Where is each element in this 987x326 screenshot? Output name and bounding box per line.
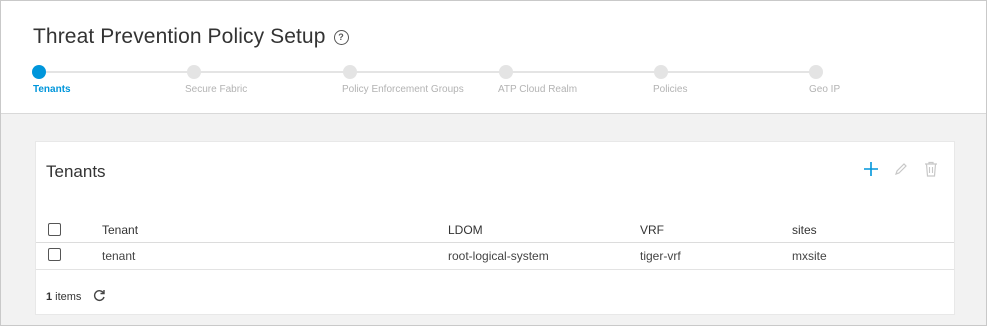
page-header: Threat Prevention Policy Setup ? Tenants… xyxy=(1,1,986,114)
step-dot xyxy=(654,65,668,79)
row-checkbox[interactable] xyxy=(48,248,61,261)
item-count-label: items xyxy=(55,291,82,303)
select-all-checkbox[interactable] xyxy=(48,223,61,236)
step-label: Tenants xyxy=(33,84,71,95)
cell-vrf: tiger-vrf xyxy=(640,249,681,263)
table-header-row: Tenant LDOM VRF sites xyxy=(36,218,954,243)
refresh-icon[interactable] xyxy=(93,289,106,305)
step-dot xyxy=(343,65,357,79)
card-toolbar xyxy=(852,158,942,180)
table-footer: 1 items xyxy=(46,289,106,305)
column-header-vrf[interactable]: VRF xyxy=(640,223,664,237)
step-label: Policies xyxy=(653,84,688,95)
step-dot xyxy=(809,65,823,79)
cell-tenant: tenant xyxy=(102,249,136,263)
add-icon[interactable] xyxy=(860,158,882,180)
column-header-ldom[interactable]: LDOM xyxy=(448,223,483,237)
app-frame: Threat Prevention Policy Setup ? Tenants… xyxy=(0,0,987,326)
cell-ldom: root-logical-system xyxy=(448,249,549,263)
card-title: Tenants xyxy=(46,162,106,181)
step-dot xyxy=(499,65,513,79)
table-row[interactable]: tenant root-logical-system tiger-vrf mxs… xyxy=(36,243,954,270)
cell-sites: mxsite xyxy=(792,249,827,263)
delete-icon[interactable] xyxy=(920,158,942,180)
edit-icon[interactable] xyxy=(890,158,912,180)
step-label: Secure Fabric xyxy=(185,84,248,95)
column-header-sites[interactable]: sites xyxy=(792,223,817,237)
help-icon[interactable]: ? xyxy=(333,29,349,45)
item-count: 1 xyxy=(46,291,53,303)
wizard-progress xyxy=(39,71,189,73)
step-label: Policy Enforcement Groups xyxy=(342,84,464,95)
wizard-stepper: Tenants Secure Fabric Policy Enforcement… xyxy=(1,63,986,103)
step-dot xyxy=(32,65,46,79)
page-title: Threat Prevention Policy Setup xyxy=(33,25,326,48)
step-dot xyxy=(187,65,201,79)
step-label: Geo IP xyxy=(809,84,841,95)
tenants-card: Tenants Tenant LDOM VRF sites tenant roo… xyxy=(35,141,955,315)
step-label: ATP Cloud Realm xyxy=(498,84,578,95)
column-header-tenant[interactable]: Tenant xyxy=(102,223,138,237)
tenants-table: Tenant LDOM VRF sites tenant root-logica… xyxy=(36,218,954,270)
title-row: Threat Prevention Policy Setup ? xyxy=(33,25,349,49)
